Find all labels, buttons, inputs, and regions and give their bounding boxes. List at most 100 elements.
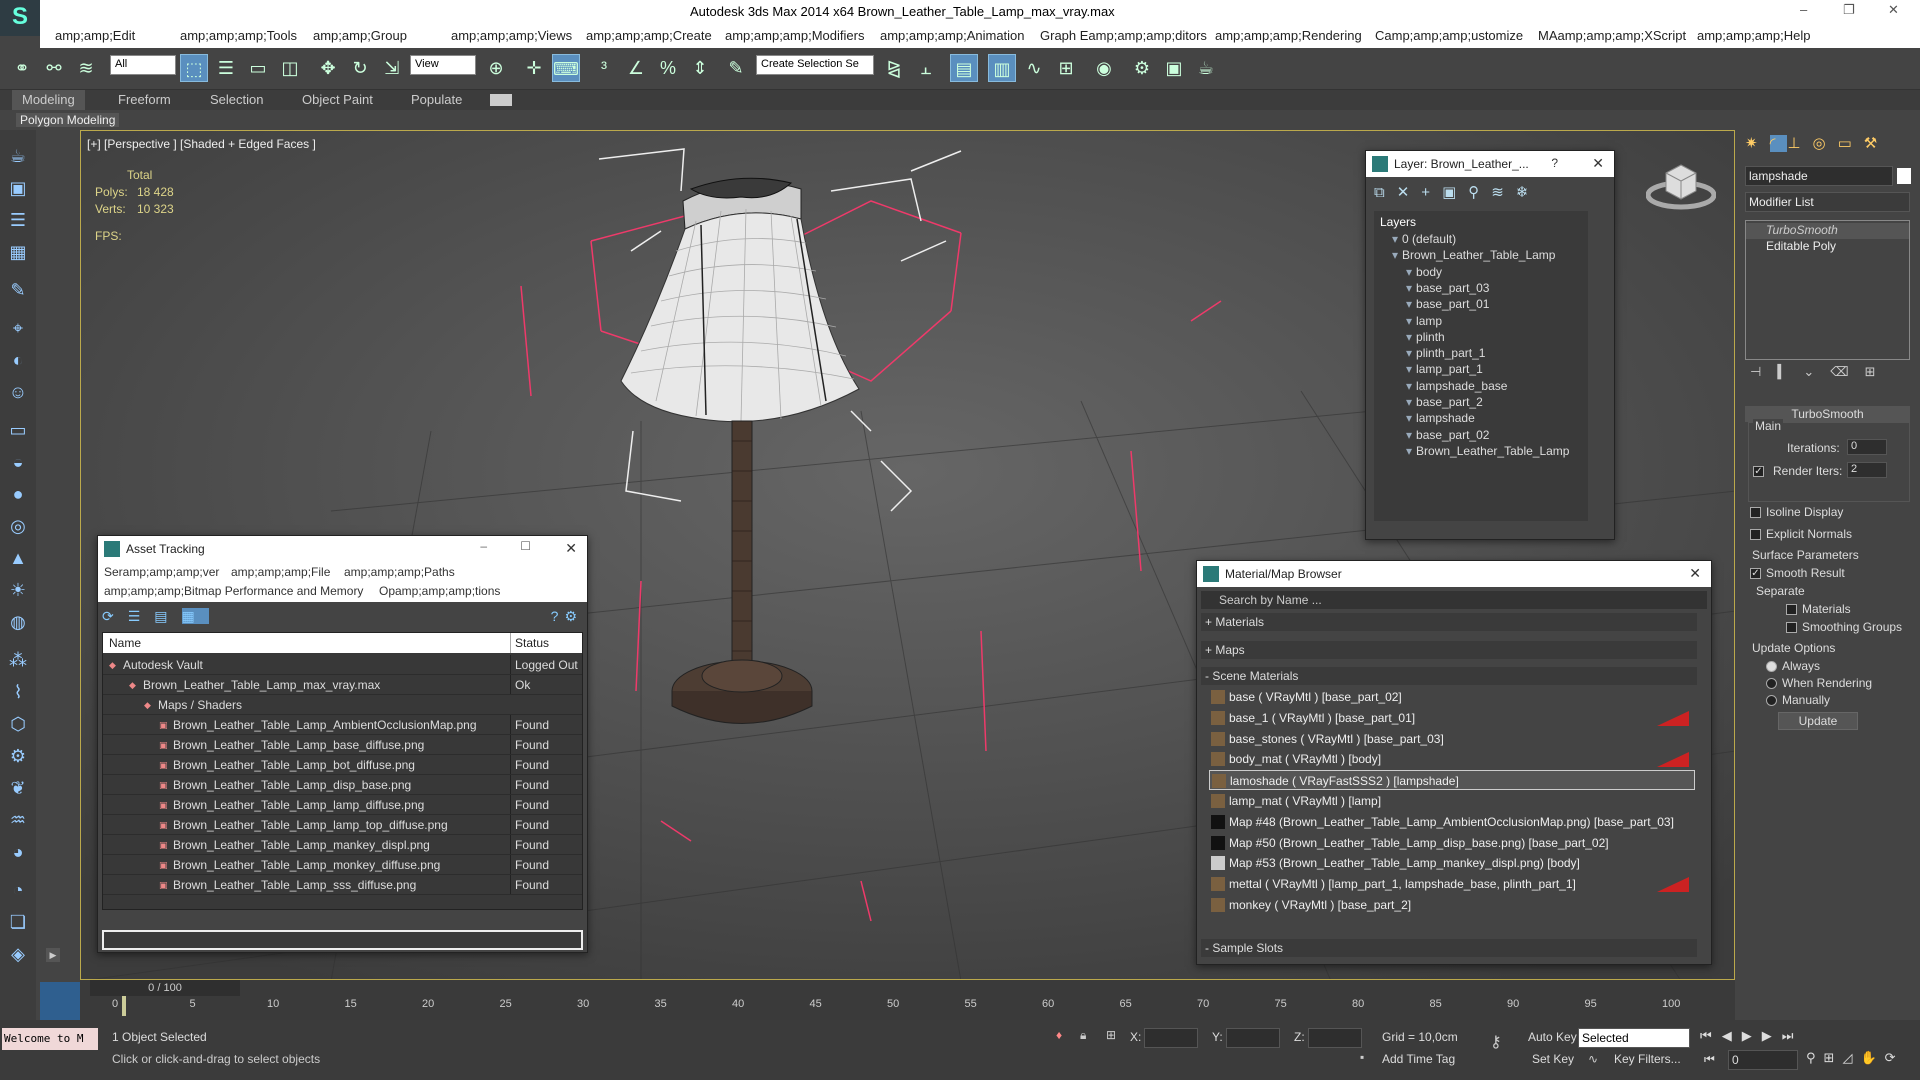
brush-icon[interactable]: ⌇: [6, 680, 30, 704]
refresh-icon[interactable]: ⟳: [102, 608, 128, 624]
menu-views[interactable]: amp;amp;amp;Views: [451, 28, 572, 43]
select-object-icon[interactable]: ⬚: [180, 54, 208, 82]
add-time-tag-icon[interactable]: ▪: [1360, 1050, 1364, 1064]
material-list-item[interactable]: mettal ( VRayMtl ) [lamp_part_1, lampsha…: [1209, 874, 1695, 894]
menu-bitmap-performance[interactable]: amp;amp;amp;Bitmap Performance and Memor…: [104, 584, 363, 598]
absolute-mode-icon[interactable]: ⊞: [1106, 1028, 1116, 1042]
create-tab-icon[interactable]: ✷: [1745, 135, 1770, 152]
scale-icon[interactable]: ⇲: [378, 54, 406, 82]
col-status-header[interactable]: Status: [510, 633, 549, 653]
layer-manager-icon[interactable]: ▤: [950, 54, 978, 82]
people-icon[interactable]: ☺: [6, 380, 30, 404]
box-icon[interactable]: ▭: [6, 418, 30, 442]
select-manipulate-icon[interactable]: ✛: [520, 54, 548, 82]
tab-selection[interactable]: Selection: [210, 92, 263, 107]
update-manually-radio[interactable]: Manually: [1766, 693, 1830, 707]
named-selection-sets-field[interactable]: Create Selection Se: [756, 55, 874, 75]
close-icon[interactable]: ✕: [1689, 565, 1701, 582]
sphere-icon[interactable]: ●: [6, 482, 30, 506]
z-coordinate-field[interactable]: [1308, 1028, 1362, 1048]
time-slider[interactable]: 0 / 100 0 5 10 15 20 25 30 35 40 45 50 55 60 65 70 75 80…: [80, 980, 1735, 1020]
table-row[interactable]: ◆ Brown_Leather_Table_Lamp_max_vray.max Ok: [103, 675, 582, 695]
menu-options[interactable]: Opamp;amp;amp;tions: [379, 584, 500, 598]
render-production-icon[interactable]: ☕: [1192, 54, 1220, 82]
layer-window-titlebar[interactable]: Layer: Brown_Leather_... ? ✕: [1366, 151, 1614, 177]
render-iters-spinner[interactable]: 2: [1847, 462, 1887, 478]
make-unique-icon[interactable]: ⌄: [1803, 364, 1830, 379]
add-time-tag[interactable]: Add Time Tag: [1382, 1052, 1455, 1066]
utilities-tab-icon[interactable]: ⚒: [1864, 135, 1889, 152]
set-key-filter-icon[interactable]: ∿: [1588, 1052, 1598, 1066]
isolate-icon[interactable]: ♦: [1056, 1028, 1062, 1042]
close-icon[interactable]: ✕: [565, 540, 577, 557]
table-row[interactable]: ▣ Brown_Leather_Table_Lamp_bot_diffuse.pn…: [103, 755, 582, 775]
layer-list-item[interactable]: ▾ plinth: [1374, 329, 1588, 345]
layer-list-item[interactable]: ▾ Brown_Leather_Table_Lamp: [1374, 247, 1588, 263]
remove-modifier-icon[interactable]: ⌫: [1830, 364, 1864, 379]
table-row[interactable]: ▣ Brown_Leather_Table_Lamp_mankey_displ.p…: [103, 835, 582, 855]
material-list-item[interactable]: monkey ( VRayMtl ) [base_part_2]: [1209, 895, 1695, 915]
material-list-item[interactable]: Map #50 (Brown_Leather_Table_Lamp_disp_b…: [1209, 833, 1695, 853]
material-editor-icon[interactable]: ◉: [1090, 54, 1118, 82]
object-color-swatch[interactable]: [1897, 168, 1911, 184]
maximize-icon[interactable]: ❐: [1843, 2, 1855, 18]
menu-server[interactable]: Seramp;amp;amp;ver: [104, 565, 219, 579]
zoom-icon[interactable]: ⚲: [1806, 1050, 1824, 1065]
browser-titlebar[interactable]: Material/Map Browser ✕: [1197, 561, 1711, 587]
menu-modifiers[interactable]: amp;amp;amp;Modifiers: [725, 28, 864, 43]
tab-object-paint[interactable]: Object Paint: [302, 92, 373, 107]
table-row[interactable]: ▣ Brown_Leather_Table_Lamp_disp_base.png F…: [103, 775, 582, 795]
asset-window-titlebar[interactable]: Asset Tracking – ☐ ✕: [98, 536, 587, 562]
table-row[interactable]: ▣ Brown_Leather_Table_Lamp_lamp_top_diffu…: [103, 815, 582, 835]
next-frame-icon[interactable]: ▶: [1762, 1028, 1782, 1043]
stack-editable-poly[interactable]: Editable Poly: [1746, 239, 1909, 255]
window-crossing-icon[interactable]: ◫: [276, 54, 304, 82]
material-list-item[interactable]: body_mat ( VRayMtl ) [body]: [1209, 749, 1695, 769]
ribbon-options-icon[interactable]: [490, 94, 512, 106]
bind-spacewarp-icon[interactable]: ≋: [72, 54, 100, 82]
menu-create[interactable]: amp;amp;amp;Create: [586, 28, 712, 43]
material-list-item[interactable]: base_1 ( VRayMtl ) [base_part_01]: [1209, 708, 1695, 728]
menu-group[interactable]: amp;amp;Group: [313, 28, 407, 43]
curve-editor-icon[interactable]: ∿: [1020, 54, 1048, 82]
layer-list-item[interactable]: ▾ lamp_part_1: [1374, 361, 1588, 377]
minimize-icon[interactable]: –: [1800, 2, 1807, 17]
rendered-frame-window-icon[interactable]: ▣: [1160, 54, 1188, 82]
gear-icon[interactable]: ⚙: [6, 744, 30, 768]
show-end-result-icon[interactable]: ▍: [1777, 364, 1803, 379]
table-row[interactable]: ▣ Brown_Leather_Table_Lamp_base_diffuse.p…: [103, 735, 582, 755]
align-icon[interactable]: ⫠: [912, 54, 940, 82]
selection-lock-icon[interactable]: 🔒︎: [1080, 1028, 1086, 1043]
orbit-icon[interactable]: ⟳: [1885, 1050, 1904, 1065]
layer-list-item[interactable]: ▾ lampshade: [1374, 410, 1588, 426]
material-list-item[interactable]: Map #53 (Brown_Leather_Table_Lamp_mankey…: [1209, 853, 1695, 873]
torus-icon[interactable]: ◎: [6, 514, 30, 538]
menu-graph-editors[interactable]: Graph Eamp;amp;amp;ditors: [1040, 28, 1207, 43]
unlink-icon[interactable]: ⚯: [40, 54, 68, 82]
separate-materials-checkbox[interactable]: Materials: [1786, 602, 1851, 616]
materials-group[interactable]: + Materials: [1201, 613, 1697, 631]
field-of-view-icon[interactable]: ◿: [1842, 1050, 1860, 1065]
grid-icon[interactable]: ▦: [6, 240, 30, 264]
layer-list-item[interactable]: ▾ lampshade_base: [1374, 378, 1588, 394]
table-view-icon[interactable]: ▦: [181, 608, 209, 624]
separate-smoothing-checkbox[interactable]: Smoothing Groups: [1786, 620, 1902, 634]
mirror-icon[interactable]: ⧎: [880, 54, 908, 82]
material-list-item[interactable]: Map #48 (Brown_Leather_Table_Lamp_Ambien…: [1209, 812, 1695, 832]
close-icon[interactable]: ✕: [1592, 155, 1604, 172]
selection-filter-dropdown[interactable]: All: [110, 55, 176, 75]
scene-materials-group[interactable]: - Scene Materials: [1201, 667, 1697, 685]
add-to-layer-icon[interactable]: +: [1421, 184, 1442, 201]
key-icon[interactable]: ⚷: [1490, 1032, 1502, 1052]
go-to-end-icon[interactable]: ⏭: [1782, 1028, 1804, 1043]
y-coordinate-field[interactable]: [1226, 1028, 1280, 1048]
schematic-view-icon[interactable]: ⊞: [1052, 54, 1080, 82]
update-button[interactable]: Update: [1778, 712, 1858, 730]
x-coordinate-field[interactable]: [1144, 1028, 1198, 1048]
go-to-start-icon[interactable]: ⏮: [1700, 1028, 1722, 1043]
iterations-spinner[interactable]: 0: [1847, 439, 1887, 455]
list-icon[interactable]: ☰: [6, 208, 30, 232]
minimize-icon[interactable]: –: [480, 539, 487, 553]
delete-layer-icon[interactable]: ✕: [1397, 184, 1422, 201]
layer-list-item[interactable]: ▾ base_part_03: [1374, 280, 1588, 296]
